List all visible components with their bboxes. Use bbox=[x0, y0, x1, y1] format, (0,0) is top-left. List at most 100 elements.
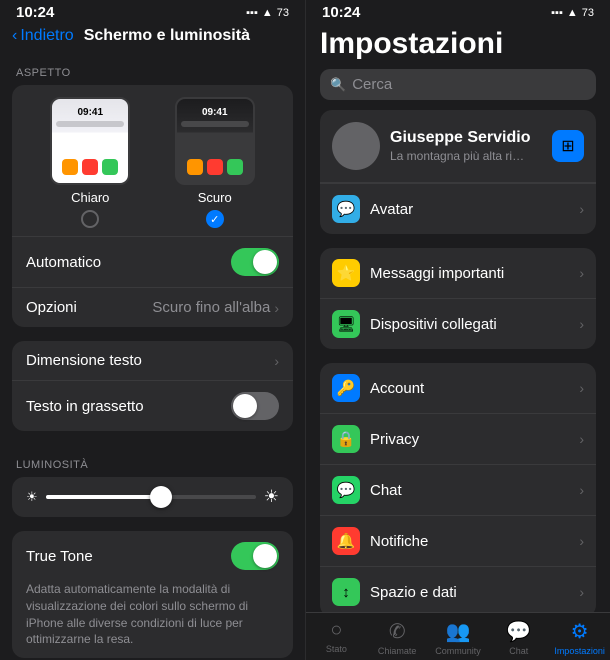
testo-grassetto-label: Testo in grassetto bbox=[26, 398, 144, 415]
avatar bbox=[332, 122, 380, 170]
truetone-toggle[interactable] bbox=[231, 542, 279, 570]
luminosita-label: LUMINOSITÀ bbox=[0, 445, 305, 477]
grassetto-toggle[interactable] bbox=[231, 392, 279, 420]
notifiche-chevron: › bbox=[579, 533, 584, 549]
right-status-bar: 10:24 ▪▪▪ ▲ 73 bbox=[306, 0, 610, 23]
opzioni-value: Scuro fino all'alba bbox=[152, 299, 270, 316]
spazio-icon: ↕ bbox=[332, 578, 360, 606]
toggle-knob bbox=[253, 250, 277, 274]
opzioni-label: Opzioni bbox=[26, 299, 77, 316]
right-nav: Impostazioni bbox=[306, 23, 610, 69]
menu-row-notifiche[interactable]: 🔔 Notifiche › bbox=[320, 515, 596, 566]
tab-impostazioni[interactable]: ⚙ Impostazioni bbox=[549, 619, 610, 656]
menu-row-chat[interactable]: 💬 Chat › bbox=[320, 464, 596, 515]
dark-radio[interactable]: ✓ bbox=[206, 210, 224, 228]
avatar-label: Avatar bbox=[370, 201, 569, 218]
tab-community[interactable]: 👥 Community bbox=[428, 619, 489, 656]
brightness-row: ☀ ☀ bbox=[26, 487, 279, 507]
light-thumb-time: 09:41 bbox=[52, 107, 128, 118]
tab-stato[interactable]: ○ Stato bbox=[306, 619, 367, 656]
opzioni-value-row: Scuro fino all'alba › bbox=[152, 299, 279, 316]
spazio-chevron: › bbox=[579, 584, 584, 600]
section-card-2: 🔑 Account › 🔒 Privacy › 💬 Chat › 🔔 Notif… bbox=[320, 363, 596, 612]
notifiche-icon: 🔔 bbox=[332, 527, 360, 555]
privacy-label: Privacy bbox=[370, 431, 569, 448]
checkmark-icon: ✓ bbox=[210, 213, 219, 226]
tab-impostazioni-icon: ⚙ bbox=[571, 619, 589, 644]
dark-thumb-icons bbox=[177, 159, 253, 175]
chat-chevron: › bbox=[579, 482, 584, 498]
tab-chat-label: Chat bbox=[509, 646, 528, 656]
menu-row-account[interactable]: 🔑 Account › bbox=[320, 363, 596, 413]
chat-icon: 💬 bbox=[332, 476, 360, 504]
automatico-label: Automatico bbox=[26, 254, 101, 271]
opzioni-chevron: › bbox=[274, 300, 279, 316]
dispositivi-chevron: › bbox=[579, 316, 584, 332]
brightness-card: ☀ ☀ bbox=[12, 477, 293, 517]
appearance-row: 09:41 Chiaro 09:41 bbox=[12, 85, 293, 236]
left-scroll-content: ASPETTO 09:41 Chiaro bbox=[0, 53, 305, 660]
section-card-1: ⭐ Messaggi importanti › 🖥 Dispositivi co… bbox=[320, 248, 596, 349]
right-status-icons: ▪▪▪ ▲ 73 bbox=[551, 7, 594, 19]
menu-row-avatar[interactable]: 💬 Avatar › bbox=[320, 183, 596, 234]
tab-chiamate-icon: ✆ bbox=[389, 619, 406, 644]
left-panel: 10:24 ▪▪▪ ▲ 73 ‹ Indietro Schermo e lumi… bbox=[0, 0, 305, 660]
appearance-card: 09:41 Chiaro 09:41 bbox=[12, 85, 293, 327]
account-label: Account bbox=[370, 380, 569, 397]
truetone-card: True Tone Adatta automaticamente la moda… bbox=[12, 531, 293, 658]
profile-grid-icon: ⊞ bbox=[552, 130, 584, 162]
avatar-icon: 💬 bbox=[332, 195, 360, 223]
menu-row-messaggi[interactable]: ⭐ Messaggi importanti › bbox=[320, 248, 596, 298]
thumb-icon-orange2 bbox=[187, 159, 203, 175]
light-radio[interactable] bbox=[81, 210, 99, 228]
dark-label: Scuro bbox=[198, 190, 232, 205]
spazio-label: Spazio e dati bbox=[370, 584, 569, 601]
tab-community-icon: 👥 bbox=[446, 619, 471, 644]
sun-large-icon: ☀ bbox=[264, 487, 279, 507]
impostazioni-title: Impostazioni bbox=[320, 27, 503, 60]
profile-name: Giuseppe Servidio bbox=[390, 129, 542, 147]
menu-row-dispositivi[interactable]: 🖥 Dispositivi collegati › bbox=[320, 298, 596, 349]
chevron-left-icon: ‹ bbox=[12, 27, 17, 45]
left-nav-bar: ‹ Indietro Schermo e luminosità bbox=[0, 23, 305, 53]
tab-stato-label: Stato bbox=[326, 644, 347, 654]
tab-community-label: Community bbox=[435, 646, 481, 656]
profile-card: Giuseppe Servidio La montagna più alta r… bbox=[320, 110, 596, 234]
profile-info: Giuseppe Servidio La montagna più alta r… bbox=[390, 129, 542, 163]
account-chevron: › bbox=[579, 380, 584, 396]
dark-thumb-bar bbox=[181, 121, 249, 127]
messaggi-chevron: › bbox=[579, 265, 584, 281]
profile-row[interactable]: Giuseppe Servidio La montagna più alta r… bbox=[320, 110, 596, 183]
messaggi-label: Messaggi importanti bbox=[370, 265, 569, 282]
dark-theme-thumb: 09:41 bbox=[175, 97, 255, 185]
automatico-row: Automatico bbox=[12, 236, 293, 287]
light-theme-thumb: 09:41 bbox=[50, 97, 130, 185]
search-bar[interactable]: 🔍 Cerca bbox=[320, 69, 596, 100]
privacy-icon: 🔒 bbox=[332, 425, 360, 453]
thumb-icon-green2 bbox=[227, 159, 243, 175]
tab-chat[interactable]: 💬 Chat bbox=[488, 619, 549, 656]
avatar-chevron: › bbox=[579, 201, 584, 217]
grassetto-knob bbox=[233, 394, 257, 418]
automatico-toggle[interactable] bbox=[231, 248, 279, 276]
left-status-bar: 10:24 ▪▪▪ ▲ 73 bbox=[0, 0, 305, 23]
brightness-track[interactable] bbox=[46, 495, 256, 499]
r-wifi-icon: ▲ bbox=[567, 7, 578, 19]
dark-thumb-time: 09:41 bbox=[177, 107, 253, 118]
messaggi-icon: ⭐ bbox=[332, 259, 360, 287]
right-panel: 10:24 ▪▪▪ ▲ 73 Impostazioni 🔍 Cerca Gius… bbox=[305, 0, 610, 660]
menu-row-spazio[interactable]: ↕ Spazio e dati › bbox=[320, 566, 596, 612]
dimensione-testo-row[interactable]: Dimensione testo › bbox=[12, 341, 293, 380]
dark-theme-option[interactable]: 09:41 Scuro ✓ bbox=[175, 97, 255, 228]
truetone-knob bbox=[253, 544, 277, 568]
back-button[interactable]: ‹ Indietro bbox=[12, 27, 74, 45]
menu-row-privacy[interactable]: 🔒 Privacy › bbox=[320, 413, 596, 464]
opzioni-row[interactable]: Opzioni Scuro fino all'alba › bbox=[12, 287, 293, 327]
profile-subtitle: La montagna più alta rimane se... bbox=[390, 149, 530, 163]
truetone-label: True Tone bbox=[26, 548, 93, 565]
tab-chat-icon: 💬 bbox=[506, 619, 531, 644]
dispositivi-label: Dispositivi collegati bbox=[370, 316, 569, 333]
light-theme-option[interactable]: 09:41 Chiaro bbox=[50, 97, 130, 228]
tab-chiamate[interactable]: ✆ Chiamate bbox=[367, 619, 428, 656]
light-thumb-icons bbox=[52, 159, 128, 175]
